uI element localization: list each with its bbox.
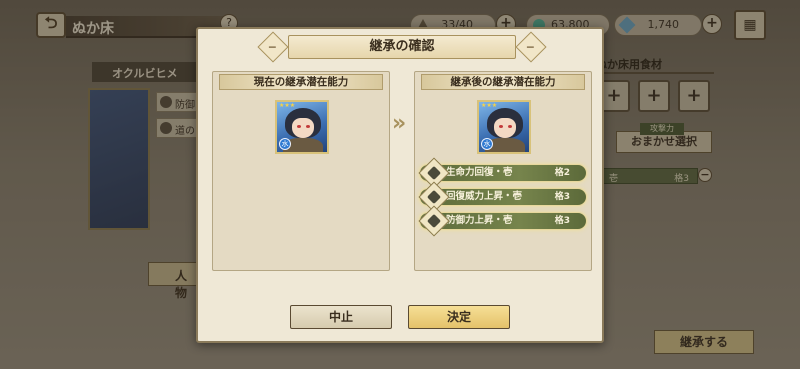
header-ornament-left: − bbox=[257, 31, 289, 63]
confirm-button[interactable]: 決定 bbox=[408, 305, 510, 329]
skill-emblem-icon bbox=[418, 205, 450, 237]
character-portrait: ★★★ 水 bbox=[275, 100, 329, 154]
after-skill-item: 防御力上昇・壱 格3 bbox=[418, 205, 587, 237]
water-element-icon: 水 bbox=[481, 138, 493, 150]
cancel-button[interactable]: 中止 bbox=[290, 305, 392, 329]
rarity-stars: ★★★ bbox=[279, 102, 296, 109]
after-skill-item: 回復威力上昇・壱 格3 bbox=[418, 181, 587, 213]
header-ornament-right: − bbox=[515, 31, 547, 63]
water-element-icon: 水 bbox=[279, 138, 291, 150]
character-portrait: ★★★ 水 bbox=[477, 100, 531, 154]
rarity-stars: ★★★ bbox=[481, 102, 498, 109]
current-potential-panel: 現在の継承潜在能力 ★★★ 水 bbox=[212, 71, 390, 271]
after-potential-panel: 継承後の継承潜在能力 ★★★ 水 生命力回復・壱 格2 回復威力上昇・壱 格3 … bbox=[414, 71, 592, 271]
transition-arrow-icon: » bbox=[392, 111, 407, 136]
inherit-confirm-dialog: − 継承の確認 − 現在の継承潜在能力 ★★★ 水 » 継承後の継承潜在能力 ★… bbox=[196, 27, 604, 343]
after-skill-item: 生命力回復・壱 格2 bbox=[418, 157, 587, 189]
after-panel-title: 継承後の継承潜在能力 bbox=[421, 74, 585, 90]
dialog-title: 継承の確認 bbox=[288, 35, 516, 59]
current-panel-title: 現在の継承潜在能力 bbox=[219, 74, 383, 90]
